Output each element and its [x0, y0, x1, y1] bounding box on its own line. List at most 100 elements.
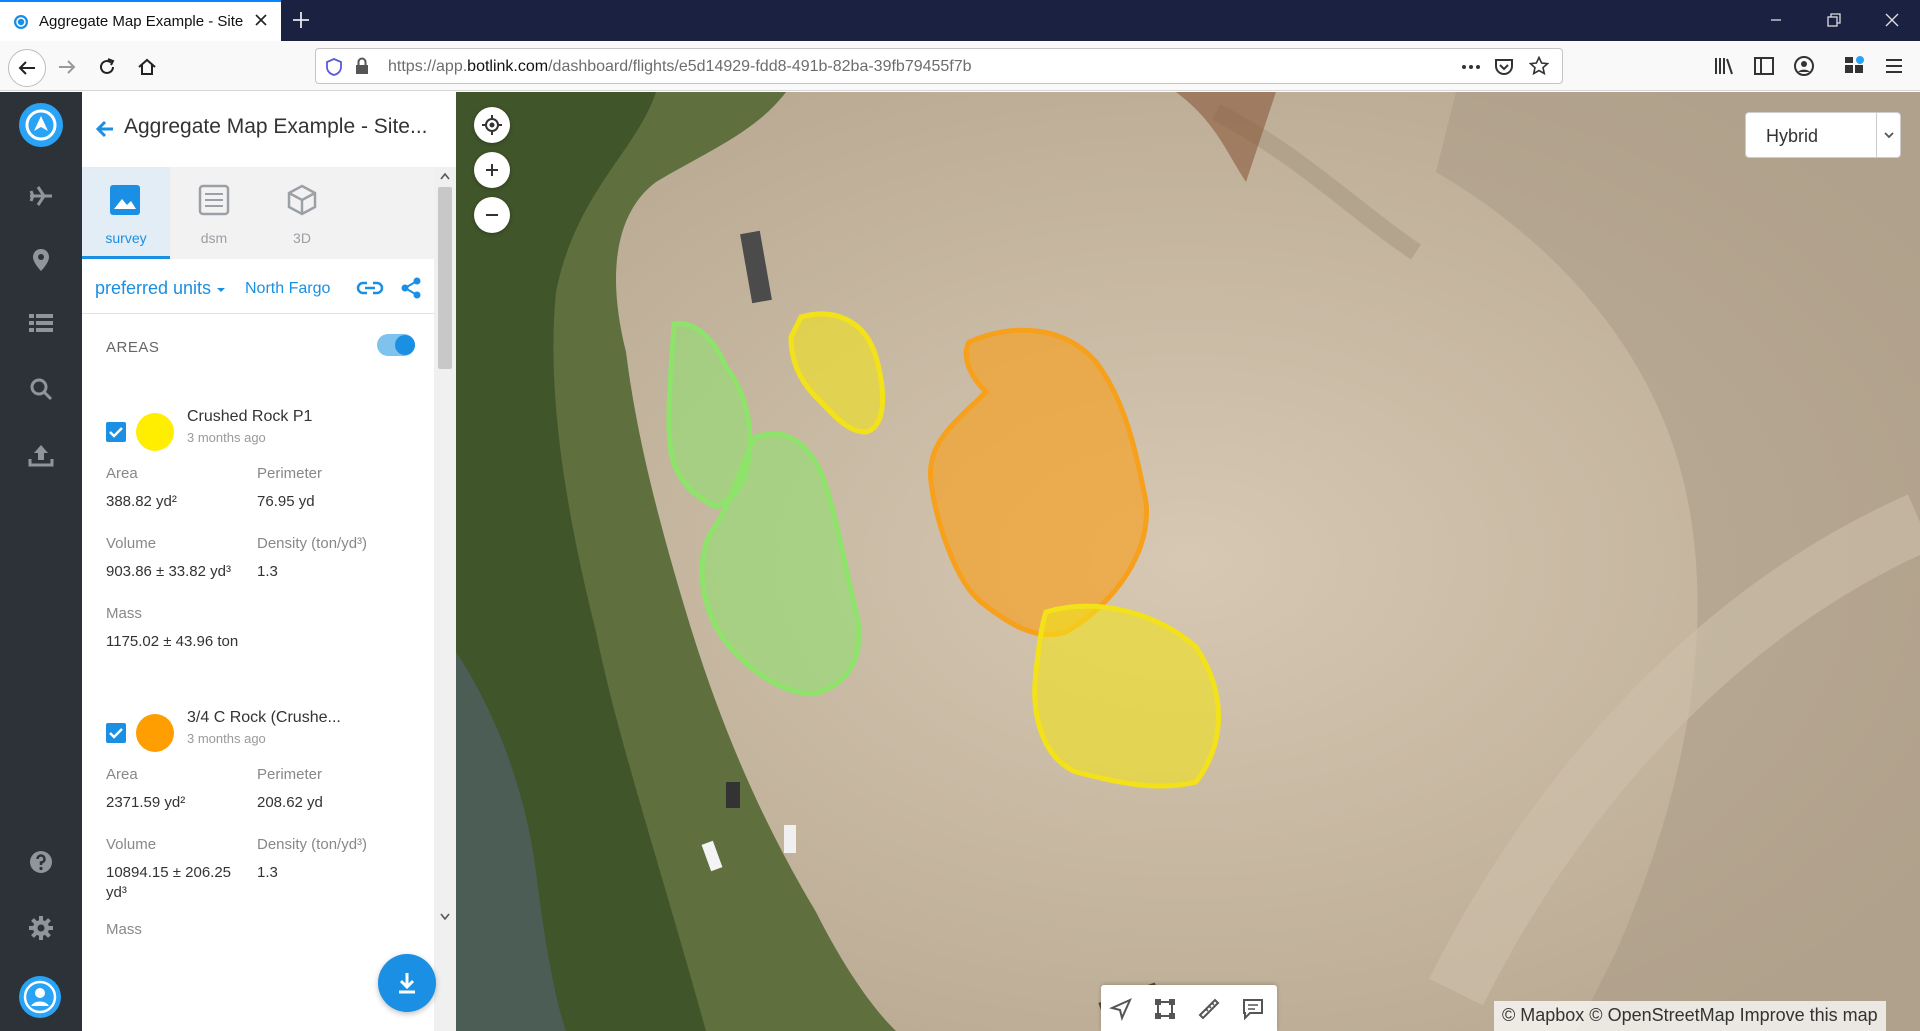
perimeter-label: Perimeter	[257, 465, 323, 482]
botlink-favicon-icon	[14, 15, 28, 29]
more-actions-icon[interactable]	[1460, 59, 1482, 75]
share-icon[interactable]	[400, 277, 422, 299]
perimeter-value: 208.62 yd	[257, 794, 323, 811]
botlink-logo-icon	[19, 103, 63, 147]
library-icon[interactable]	[1713, 55, 1735, 77]
units-location-link[interactable]: North Fargo	[245, 280, 330, 298]
close-tab-icon[interactable]	[251, 10, 271, 30]
area-name[interactable]: Crushed Rock P1	[187, 408, 312, 426]
plus-icon	[486, 164, 498, 176]
perimeter-label: Perimeter	[257, 766, 323, 783]
area-value: 2371.59 yd²	[106, 794, 186, 811]
back-arrow-icon[interactable]	[94, 118, 116, 140]
draw-area-icon[interactable]	[1153, 997, 1177, 1021]
tab-3d[interactable]: 3D	[258, 167, 346, 259]
cube-icon	[287, 184, 317, 216]
scroll-up-icon[interactable]	[439, 171, 451, 181]
ruler-icon[interactable]	[1197, 997, 1221, 1021]
browser-home-button[interactable]	[132, 52, 162, 82]
bookmark-star-icon[interactable]	[1529, 56, 1549, 76]
areas-list: AREAS Crushed Rock P1 3 months ago Area …	[82, 315, 434, 1031]
area-name[interactable]: 3/4 C Rock (Crushe...	[187, 709, 341, 727]
nav-locations[interactable]	[23, 242, 59, 278]
area-color-swatch[interactable]	[136, 714, 174, 752]
area-visibility-checkbox[interactable]	[106, 422, 126, 442]
close-window-icon[interactable]	[1881, 9, 1903, 31]
user-avatar[interactable]	[18, 975, 62, 1019]
flight-details-panel: Aggregate Map Example - Site... survey d…	[82, 92, 456, 1031]
density-value[interactable]: 1.3	[257, 563, 278, 580]
crosshair-icon	[482, 115, 502, 135]
comment-icon[interactable]	[1241, 997, 1265, 1021]
browser-tab[interactable]: Aggregate Map Example - Site	[0, 0, 281, 41]
mass-label: Mass	[106, 605, 142, 622]
restore-window-icon[interactable]	[1823, 9, 1845, 31]
panel-title: Aggregate Map Example - Site...	[124, 115, 428, 138]
mass-label: Mass	[106, 921, 142, 938]
satellite-imagery[interactable]	[456, 92, 1920, 1031]
browser-reload-button[interactable]	[92, 52, 122, 82]
tab-dsm[interactable]: dsm	[170, 167, 258, 259]
app-logo[interactable]	[18, 102, 64, 148]
tab-dsm-label: dsm	[200, 230, 228, 246]
download-button[interactable]	[378, 954, 436, 1012]
nav-flights[interactable]	[23, 178, 59, 214]
zoom-out-button[interactable]	[474, 197, 510, 233]
browser-back-button[interactable]	[8, 49, 46, 87]
preferred-units-dropdown[interactable]: preferred units	[95, 278, 226, 299]
tracking-shield-icon[interactable]	[326, 58, 342, 76]
area-color-swatch[interactable]	[136, 413, 174, 451]
minimize-window-icon[interactable]	[1765, 9, 1787, 31]
chevron-down-icon	[1883, 132, 1894, 139]
nav-list[interactable]	[23, 305, 59, 341]
checkmark-icon	[109, 427, 123, 438]
sidebar-toggle-icon[interactable]	[1753, 55, 1775, 77]
navigate-icon[interactable]	[1109, 997, 1133, 1021]
density-value[interactable]: 1.3	[257, 864, 278, 881]
map-type-select[interactable]: Hybrid	[1745, 112, 1901, 158]
url-path: /dashboard/flights/e5d14929-fdd8-491b-82…	[548, 58, 972, 75]
zoom-in-button[interactable]	[474, 152, 510, 188]
home-icon	[138, 58, 156, 75]
hamburger-menu-icon[interactable]	[1883, 55, 1905, 77]
volume-value: 10894.15 ± 206.25	[106, 864, 232, 881]
pocket-icon[interactable]	[1494, 57, 1514, 77]
scrollbar-thumb[interactable]	[438, 187, 452, 369]
density-label: Density (ton/yd³)	[257, 535, 368, 552]
checkmark-icon	[109, 728, 123, 739]
browser-tab-title: Aggregate Map Example - Site	[39, 13, 244, 30]
minus-icon	[486, 214, 498, 216]
extensions-icon[interactable]	[1843, 55, 1865, 77]
lock-icon[interactable]	[354, 57, 370, 75]
browser-forward-button[interactable]	[52, 52, 82, 82]
map-tools-toolbar	[1101, 985, 1277, 1031]
nav-settings[interactable]	[23, 910, 59, 946]
new-tab-icon[interactable]	[289, 8, 313, 32]
panel-scrollbar[interactable]	[434, 167, 456, 1031]
area-value: 388.82 yd²	[106, 493, 177, 510]
nav-upload[interactable]	[23, 437, 59, 473]
reload-icon	[100, 58, 115, 74]
volume-label: Volume	[106, 836, 157, 853]
areas-visibility-toggle[interactable]	[377, 334, 415, 356]
map-type-dropdown-arrow[interactable]	[1876, 113, 1900, 157]
nav-help[interactable]	[23, 844, 59, 880]
scroll-down-icon[interactable]	[439, 912, 451, 922]
account-icon[interactable]	[1793, 55, 1815, 77]
area-visibility-checkbox[interactable]	[106, 723, 126, 743]
tab-survey-label: survey	[105, 230, 147, 246]
areas-section-title: AREAS	[106, 339, 160, 356]
airplane-icon	[29, 186, 52, 206]
link-icon[interactable]	[356, 278, 384, 298]
address-bar[interactable]: https://app.botlink.com/dashboard/flight…	[315, 48, 1563, 84]
area-timestamp: 3 months ago	[187, 731, 266, 746]
locate-me-button[interactable]	[474, 107, 510, 143]
list-icon	[29, 314, 53, 332]
map-attribution[interactable]: © Mapbox © OpenStreetMap Improve this ma…	[1494, 1001, 1886, 1031]
gear-icon	[29, 916, 53, 940]
nav-search[interactable]	[23, 371, 59, 407]
vehicle	[726, 782, 740, 808]
browser-nav-bar: https://app.botlink.com/dashboard/flight…	[0, 41, 1920, 91]
tab-survey[interactable]: survey	[82, 167, 170, 259]
map-view[interactable]: Hybrid © Mapbox © OpenStreetMap Improve …	[456, 92, 1920, 1031]
